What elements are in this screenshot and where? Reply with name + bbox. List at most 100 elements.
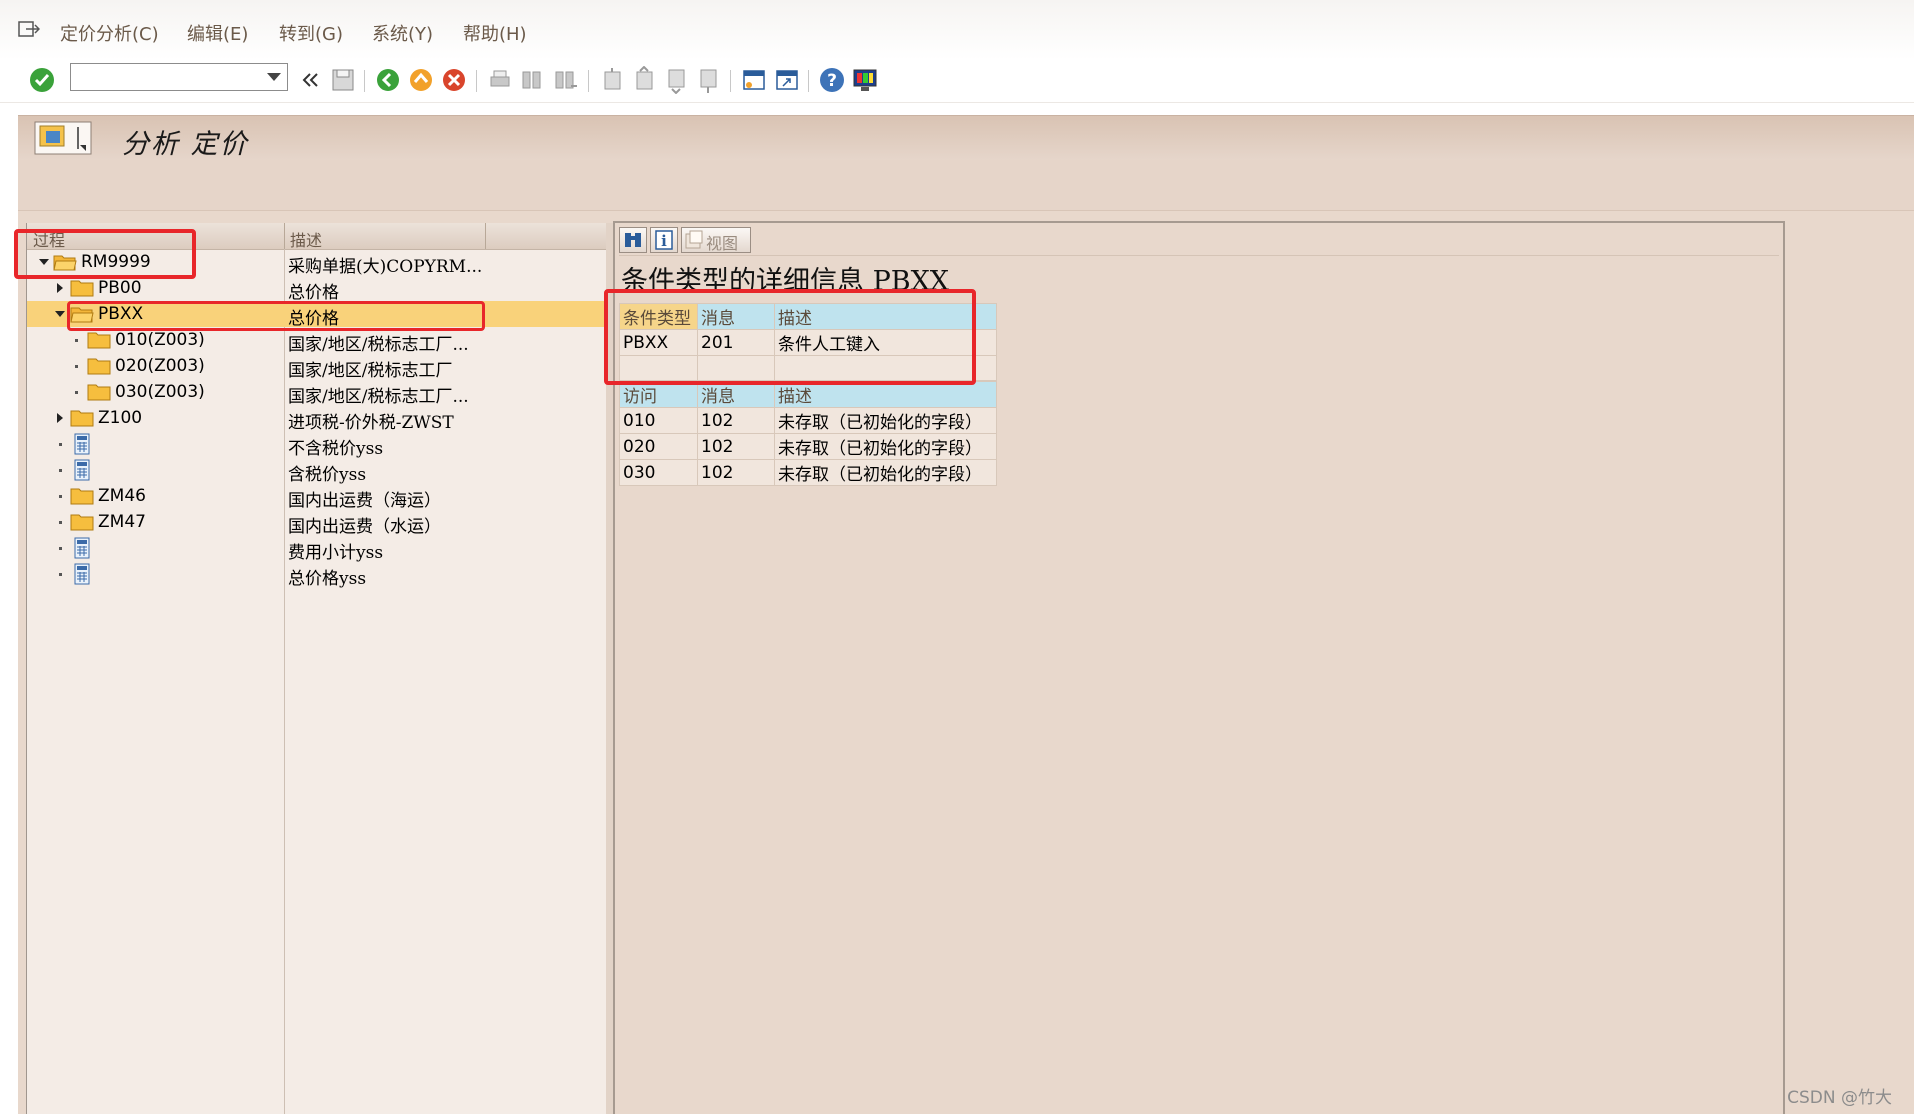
find-icon[interactable] [518, 66, 546, 94]
tree-node-cost-subtotal[interactable]: 费用小计yss [27, 535, 607, 563]
tree-node-total-price[interactable]: 总价格yss [27, 561, 607, 589]
highlight-box-selected-node [67, 301, 485, 331]
cell-message: 102 [697, 433, 775, 460]
tree-node-label: 010(Z003) [115, 330, 205, 350]
detail-toolbar: i 视图 [619, 227, 1779, 256]
leaf-dot-icon [59, 443, 62, 446]
shortcut-icon[interactable] [773, 66, 801, 94]
table-row[interactable]: 030 102 未存取（已初始化的字段） [619, 459, 997, 486]
column-header-description[interactable]: 描述 [774, 381, 997, 408]
tree-node-030[interactable]: 030(Z003) 国家/地区/税标志工厂... [27, 379, 607, 407]
title-bar: 分析 定价 [18, 115, 1914, 161]
first-page-icon[interactable] [598, 66, 626, 94]
leaf-dot-icon [75, 339, 78, 342]
tree-node-z100[interactable]: Z100 进项税-价外税-ZWST [27, 405, 607, 433]
cell-description: 未存取（已初始化的字段） [774, 459, 997, 486]
folder-icon [87, 358, 111, 375]
help-icon[interactable]: ? [818, 66, 846, 94]
view-button[interactable]: 视图 [681, 227, 751, 253]
tree-node-description: 采购单据(大)COPYRM... [288, 257, 483, 277]
calculator-icon [74, 459, 90, 481]
folder-icon [87, 332, 111, 349]
back-double-arrow-icon[interactable] [296, 66, 324, 94]
folder-icon [70, 514, 94, 531]
enter-check-icon[interactable] [28, 66, 56, 94]
highlight-box-procedure [14, 229, 196, 279]
folder-icon [70, 488, 94, 505]
tree-node-description: 费用小计yss [288, 543, 384, 563]
application-icon[interactable] [34, 121, 92, 155]
previous-page-icon[interactable] [630, 66, 658, 94]
tree-node-zm47[interactable]: ZM47 国内出运费（水运） [27, 509, 607, 537]
find-button[interactable] [619, 227, 647, 253]
create-session-icon[interactable] [740, 66, 768, 94]
tree-node-label: 030(Z003) [115, 382, 205, 402]
tree-node-description: 不含税价yss [288, 439, 384, 459]
tree-node-description: 总价格 [288, 283, 339, 303]
info-button[interactable]: i [650, 227, 678, 253]
tree-node-label: Z100 [98, 408, 143, 428]
chevron-down-icon[interactable] [267, 73, 281, 81]
page-title: 分析 定价 [122, 129, 249, 160]
expand-down-icon[interactable] [55, 311, 65, 317]
view-icon [685, 230, 703, 249]
menu-exit-icon[interactable] [18, 18, 40, 38]
column-header-access[interactable]: 访问 [619, 381, 698, 408]
leaf-dot-icon [59, 495, 62, 498]
tree-node-description: 进项税-价外税-ZWST [288, 413, 454, 433]
cell-message: 102 [697, 407, 775, 434]
next-page-icon[interactable] [662, 66, 690, 94]
binoculars-icon [625, 233, 641, 247]
info-icon: i [655, 230, 673, 250]
leaf-dot-icon [75, 391, 78, 394]
tree-node-label: ZM47 [98, 512, 146, 532]
tree-node-subtotal-gross[interactable]: 含税价yss [27, 457, 607, 485]
table-row[interactable]: 020 102 未存取（已初始化的字段） [619, 433, 997, 460]
menu-system[interactable]: 系统(Y) [372, 20, 433, 46]
folder-icon [70, 280, 94, 297]
command-input[interactable] [75, 65, 259, 91]
leaf-dot-icon [59, 521, 62, 524]
menu-bar: 定价分析(C) 编辑(E) 转到(G) 系统(Y) 帮助(H) [0, 0, 1914, 61]
table-row[interactable]: 010 102 未存取（已初始化的字段） [619, 407, 997, 434]
leaf-dot-icon [75, 365, 78, 368]
menu-goto[interactable]: 转到(G) [279, 20, 343, 46]
leaf-dot-icon [59, 547, 62, 550]
column-header-description[interactable]: 描述 [290, 227, 322, 251]
back-icon[interactable] [374, 66, 402, 94]
calculator-icon [74, 537, 90, 559]
cell-message: 102 [697, 459, 775, 486]
command-field[interactable] [70, 63, 288, 91]
tree-node-description: 总价格yss [288, 569, 367, 589]
customize-layout-icon[interactable] [851, 66, 879, 94]
exit-icon[interactable] [407, 66, 435, 94]
procedure-tree: 过程 描述 RM9999 采购单据(大)COPYRM... PB00 总价格 P… [26, 223, 608, 1114]
cell-description: 未存取（已初始化的字段） [774, 407, 997, 434]
tree-node-description: 国内出运费（水运） [288, 517, 441, 537]
print-icon[interactable] [486, 66, 514, 94]
view-button-label: 视图 [706, 234, 739, 253]
menu-edit[interactable]: 编辑(E) [187, 20, 248, 46]
tree-node-description: 含税价yss [288, 465, 367, 485]
find-next-icon[interactable] [551, 66, 579, 94]
svg-text:?: ? [827, 71, 837, 91]
save-icon[interactable] [329, 66, 357, 94]
tree-node-020[interactable]: 020(Z003) 国家/地区/税标志工厂 [27, 353, 607, 381]
column-header-message[interactable]: 消息 [697, 381, 775, 408]
expand-right-icon[interactable] [57, 413, 63, 423]
application-toolbar [18, 160, 1914, 211]
highlight-box-condition-type [604, 289, 976, 385]
watermark: CSDN @竹大 [1787, 1088, 1892, 1108]
access-table: 访问 消息 描述 010 102 未存取（已初始化的字段） 020 102 未存… [619, 381, 997, 486]
leaf-dot-icon [59, 469, 62, 472]
tree-node-label: PB00 [98, 278, 142, 298]
last-page-icon[interactable] [694, 66, 722, 94]
tree-node-zm46[interactable]: ZM46 国内出运费（海运） [27, 483, 607, 511]
tree-node-label: ZM46 [98, 486, 146, 506]
menu-help[interactable]: 帮助(H) [463, 20, 527, 46]
menu-pricing-analysis[interactable]: 定价分析(C) [60, 20, 159, 46]
cancel-icon[interactable] [440, 66, 468, 94]
tree-node-subtotal-net[interactable]: 不含税价yss [27, 431, 607, 459]
expand-right-icon[interactable] [57, 283, 63, 293]
folder-icon [87, 384, 111, 401]
